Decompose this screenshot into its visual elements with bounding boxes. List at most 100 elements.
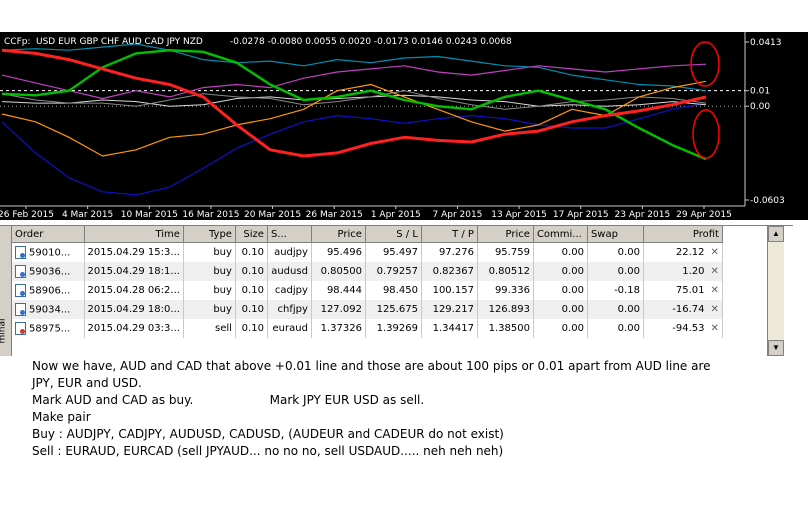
y-tick-label: 0.0413 [750,38,782,48]
cell-time-text: 2015.04.29 18:1... [87,266,180,277]
cell-swap: 0.00 [587,262,644,281]
cell-swap-text: -0.18 [614,285,640,296]
cell-type-text: buy [213,247,232,258]
table-row[interactable]: 59010... 2015.04.29 15:3... buy 0.10 audjpy 9… [12,242,723,262]
cell-swap-text: 0.00 [617,266,640,277]
cell-current-price: 1.38500 [477,319,534,338]
vertical-scrollbar[interactable]: ▲ ▼ [767,226,784,356]
cell-commission-text: 0.00 [561,247,584,258]
cell-price: 1.37326 [311,319,366,338]
cell-price: 98.444 [311,281,366,300]
table-row[interactable]: 59036... 2015.04.29 18:1... buy 0.10 audusd 0… [12,262,723,281]
cell-size-text: 0.10 [241,323,264,334]
x-tick-label: 1 Apr 2015 [371,210,421,220]
terminal-panel: minal Order Time Type Size S... Price S … [0,225,793,356]
cell-sl-text: 98.450 [382,285,418,296]
cell-symbol-text: euraud [272,323,308,334]
cell-symbol-text: audusd [271,266,308,277]
close-order-icon[interactable]: ✕ [705,247,719,258]
cell-size: 0.10 [235,300,268,319]
cell-size: 0.10 [235,319,268,338]
col-type[interactable]: Type [183,226,236,243]
cell-time-text: 2015.04.29 18:0... [87,304,180,315]
cell-size-text: 0.10 [241,266,264,277]
cell-commission-text: 0.00 [561,304,584,315]
cell-symbol: chfjpy [267,300,312,319]
close-order-icon[interactable]: ✕ [705,323,719,334]
col-order[interactable]: Order [12,226,85,243]
x-tick-label: 7 Apr 2015 [432,210,482,220]
cell-sl: 0.79257 [365,262,422,281]
ccfp-chart[interactable]: 0.0413 0.01 0.00 -0.0603 26 Feb 2015 4 Mar 20… [0,32,808,220]
cell-type-text: buy [213,266,232,277]
col-profit[interactable]: Profit [643,226,723,243]
cell-commission: 0.00 [533,242,588,262]
cell-time: 2015.04.29 18:0... [84,300,184,319]
y-tick-label: -0.0603 [750,196,785,206]
cell-order-text: 58906... [29,285,71,297]
cell-size: 0.10 [235,281,268,300]
y-tick-label: 0.00 [750,102,770,112]
cell-order-text: 59034... [29,304,71,316]
col-commission[interactable]: Commi... [533,226,588,243]
cell-price-text: 127.092 [320,304,362,315]
cell-order: 58975... [12,319,85,338]
col-size[interactable]: Size [235,226,268,243]
col-current-price[interactable]: Price [477,226,534,243]
cell-type-text: buy [213,304,232,315]
col-sl[interactable]: S / L [365,226,422,243]
table-row[interactable]: 58975... 2015.04.29 03:3... sell 0.10 euraud… [12,319,723,338]
order-doc-icon [15,246,26,259]
col-tp[interactable]: T / P [421,226,478,243]
order-doc-icon [15,284,26,297]
cell-price: 95.496 [311,242,366,262]
col-symbol[interactable]: S... [267,226,312,243]
cell-profit-text: -16.74 [672,304,705,315]
x-tick-label: 4 Mar 2015 [62,210,113,220]
cell-swap: 0.00 [587,300,644,319]
cell-sl-text: 125.675 [376,304,418,315]
cell-price-text: 98.444 [326,285,362,296]
cell-commission: 0.00 [533,281,588,300]
table-row[interactable]: 59034... 2015.04.29 18:0... buy 0.10 chfjpy 1… [12,300,723,319]
cell-current-price-text: 0.80512 [488,266,530,277]
col-swap[interactable]: Swap [587,226,644,243]
close-order-icon[interactable]: ✕ [705,304,719,315]
cell-profit-text: -94.53 [672,323,705,334]
cell-type-text: sell [215,323,232,334]
cell-tp: 97.276 [421,242,478,262]
cell-profit: 22.12 ✕ [643,242,723,262]
col-time[interactable]: Time [84,226,184,243]
cell-type: buy [183,300,236,319]
close-order-icon[interactable]: ✕ [705,285,719,296]
cell-symbol: audusd [267,262,312,281]
cell-symbol-text: cadjpy [274,285,308,296]
x-tick-label: 13 Apr 2015 [491,210,547,220]
cell-order: 59034... [12,300,85,319]
col-price[interactable]: Price [311,226,366,243]
orders-table: Order Time Type Size S... Price S / L T … [12,226,723,338]
terminal-side-tab[interactable]: minal [0,226,12,356]
cell-swap: 0.00 [587,319,644,338]
cell-tp-text: 100.157 [432,285,474,296]
cell-tp: 0.82367 [421,262,478,281]
cell-time-text: 2015.04.29 15:3... [87,247,180,258]
cell-size-text: 0.10 [241,285,264,296]
cell-tp: 129.217 [421,300,478,319]
scroll-up-icon[interactable]: ▲ [768,226,784,242]
cell-sl: 1.39269 [365,319,422,338]
chart-header-values: -0.0278 -0.0080 0.0055 0.0020 -0.0173 0.… [230,37,512,47]
side-tab-label: minal [0,318,8,344]
close-order-icon[interactable]: ✕ [705,266,719,277]
cell-tp-text: 0.82367 [432,266,474,277]
x-tick-label: 23 Apr 2015 [615,210,671,220]
scroll-down-icon[interactable]: ▼ [768,340,784,356]
cell-type: buy [183,262,236,281]
table-row[interactable]: 58906... 2015.04.28 06:2... buy 0.10 cadjpy 9… [12,281,723,300]
note-line: JPY, EUR and USD. [32,376,142,390]
cell-swap-text: 0.00 [617,323,640,334]
cell-type: buy [183,242,236,262]
cell-current-price: 126.893 [477,300,534,319]
x-tick-label: 16 Mar 2015 [182,210,239,220]
cell-order-text: 58975... [29,323,71,335]
